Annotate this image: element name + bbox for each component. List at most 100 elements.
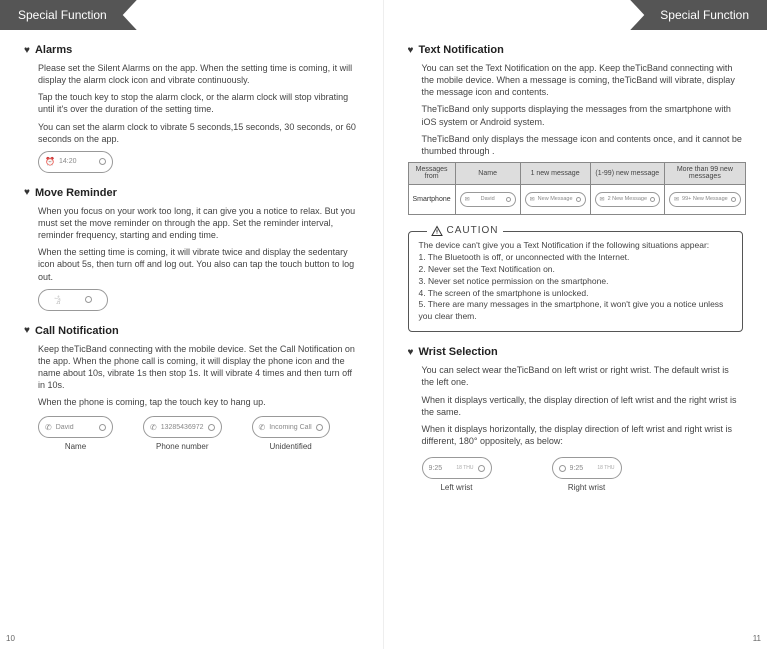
call-pill-unid: ✆ Incoming Call: [252, 416, 330, 438]
touch-dot-icon: [506, 197, 511, 202]
caution-wrap: CAUTION The device can't give you a Text…: [408, 231, 744, 332]
text-p2: TheTicBand only supports displaying the …: [408, 103, 744, 127]
touch-dot-icon: [99, 424, 106, 431]
wrist-title: Wrist Selection: [418, 346, 497, 358]
wrist-left-time: 9:25: [429, 465, 453, 472]
touch-dot-icon: [208, 424, 215, 431]
section-move: ♥ Move Reminder When you focus on your w…: [24, 187, 359, 311]
caution-i2: 2. Never set the Text Notification on.: [419, 264, 733, 276]
touch-dot-icon: [85, 296, 92, 303]
envelope-icon: ✉: [674, 196, 679, 203]
td-name: ✉ David: [455, 184, 520, 214]
th-nmsg: (1-99) new message: [590, 162, 664, 184]
page-left: Special Function ♥ Alarms Please set the…: [0, 0, 384, 649]
envelope-icon: ✉: [530, 196, 535, 203]
header-tab-left: Special Function: [0, 0, 137, 30]
wrist-p1: You can select wear theTicBand on left w…: [408, 364, 744, 388]
text-heading: ♥ Text Notification: [408, 44, 744, 56]
move-p2: When the setting time is coming, it will…: [24, 246, 359, 282]
page-number-left: 10: [6, 634, 15, 643]
th-name: Name: [455, 162, 520, 184]
wrist-pill-left: 9:25 18 THU: [422, 457, 492, 479]
caution-intro: The device can't give you a Text Notific…: [419, 240, 733, 252]
section-text: ♥ Text Notification You can set the Text…: [408, 44, 744, 332]
move-title: Move Reminder: [35, 187, 117, 199]
wrist-pill-right: 9:25 18 THU: [552, 457, 622, 479]
touch-dot-icon: [731, 197, 736, 202]
header-tab-right: Special Function: [630, 0, 767, 30]
call-title: Call Notification: [35, 325, 119, 337]
wrist-col-left: 9:25 18 THU Left wrist: [422, 457, 492, 492]
caution-i3: 3. Never set notice permission on the sm…: [419, 276, 733, 288]
wrist-right-date: 18 THU: [597, 466, 614, 471]
envelope-icon: ✉: [465, 196, 470, 203]
td-99msg: ✉ 99+ New Message: [665, 184, 746, 214]
th-from: Messages from: [408, 162, 455, 184]
call-label-name: Name: [65, 442, 86, 451]
msg-pill-new: ✉ New Message: [525, 192, 586, 207]
call-p2: When the phone is coming, tap the touch …: [24, 396, 359, 408]
heart-icon: ♥: [24, 325, 30, 336]
move-pill: 𓀞: [38, 289, 108, 311]
wrist-p2: When it displays vertically, the display…: [408, 394, 744, 418]
section-alarms: ♥ Alarms Please set the Silent Alarms on…: [24, 44, 359, 173]
caution-i5: 5. There are many messages in the smartp…: [419, 299, 733, 323]
call-pill-row: ✆ David Name ✆ 13285436972 Phone number …: [24, 416, 359, 451]
page-number-right: 11: [753, 634, 761, 643]
caution-i1: 1. The Bluetooth is off, or unconnected …: [419, 252, 733, 264]
text-title: Text Notification: [418, 44, 503, 56]
wrist-heading: ♥ Wrist Selection: [408, 346, 744, 358]
wrist-right-time: 9:25: [570, 465, 594, 472]
touch-dot-icon: [650, 197, 655, 202]
msg-pill-2: ✉ 2 New Message: [595, 192, 660, 207]
call-name-text: David: [56, 424, 95, 431]
call-p1: Keep theTicBand connecting with the mobi…: [24, 343, 359, 392]
call-heading: ♥ Call Notification: [24, 325, 359, 337]
heart-icon: ♥: [408, 347, 414, 358]
alarm-pill: ⏰ 14:20: [38, 151, 113, 173]
sedentary-icon: 𓀞: [54, 293, 61, 307]
table-header-row: Messages from Name 1 new message (1-99) …: [408, 162, 745, 184]
touch-dot-icon: [99, 158, 106, 165]
msg-99-text: 99+ New Message: [682, 196, 728, 202]
caution-label: CAUTION: [427, 224, 503, 238]
alarms-p3: You can set the alarm clock to vibrate 5…: [24, 121, 359, 145]
touch-dot-icon: [559, 465, 566, 472]
header-right: Special Function: [384, 0, 767, 30]
caution-i4: 4. The screen of the smartphone is unloc…: [419, 288, 733, 300]
touch-dot-icon: [478, 465, 485, 472]
call-col-number: ✆ 13285436972 Phone number: [143, 416, 222, 451]
phone-icon: ✆: [259, 423, 266, 432]
heart-icon: ♥: [24, 187, 30, 198]
phone-icon: ✆: [150, 423, 157, 432]
td-smartphone: Smartphone: [408, 184, 455, 214]
alarms-title: Alarms: [35, 44, 72, 56]
move-heading: ♥ Move Reminder: [24, 187, 359, 199]
alarm-time: 14:20: [59, 158, 95, 165]
msg-name-text: David: [481, 196, 495, 202]
call-number-text: 13285436972: [161, 424, 204, 431]
alarms-p1: Please set the Silent Alarms on the app.…: [24, 62, 359, 86]
header-left: Special Function: [0, 0, 383, 30]
wrist-label-right: Right wrist: [568, 483, 605, 492]
alarms-heading: ♥ Alarms: [24, 44, 359, 56]
td-nmsg: ✉ 2 New Message: [590, 184, 664, 214]
touch-dot-icon: [576, 197, 581, 202]
phone-icon: ✆: [45, 423, 52, 432]
wrist-label-left: Left wrist: [440, 483, 472, 492]
heart-icon: ♥: [408, 45, 414, 56]
wrist-left-date: 18 THU: [456, 466, 473, 471]
heart-icon: ♥: [24, 45, 30, 56]
text-p3: TheTicBand only displays the message ico…: [408, 133, 744, 157]
table-row: Smartphone ✉ David ✉ New Message: [408, 184, 745, 214]
msg-new-text: New Message: [538, 196, 573, 202]
wrist-p3: When it displays horizontally, the displ…: [408, 423, 744, 447]
call-pill-number: ✆ 13285436972: [143, 416, 222, 438]
touch-dot-icon: [316, 424, 323, 431]
call-col-name: ✆ David Name: [38, 416, 113, 451]
section-wrist: ♥ Wrist Selection You can select wear th…: [408, 346, 744, 492]
warning-icon: [431, 225, 443, 237]
alarm-clock-icon: ⏰: [45, 157, 55, 166]
call-col-unid: ✆ Incoming Call Unidentified: [252, 416, 330, 451]
move-p1: When you focus on your work too long, it…: [24, 205, 359, 241]
